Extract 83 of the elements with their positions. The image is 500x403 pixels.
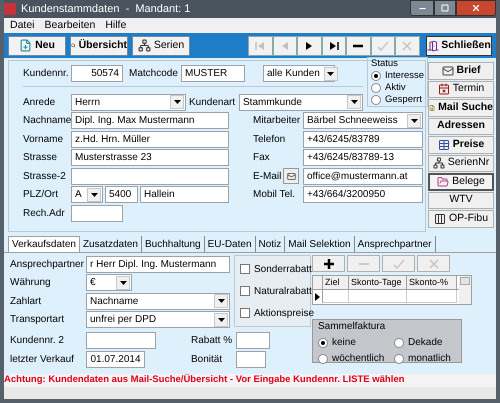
field-label: Kundennr. 2 <box>10 334 65 348</box>
dropdown[interactable]: Nachname <box>86 292 230 310</box>
dropdown[interactable]: Bärbel Schneeweiss <box>303 112 423 130</box>
tab[interactable]: Mail Selektion <box>285 236 355 252</box>
field-label: Vorname <box>23 132 64 147</box>
radio-button[interactable]: Dekade <box>394 337 456 349</box>
field-label: Strasse-2 <box>23 170 67 184</box>
field-label: letzter Verkauf <box>10 353 75 367</box>
side-button[interactable]: SerienNr <box>428 154 494 172</box>
field-label: Rech.Adr <box>23 206 66 221</box>
radio-button[interactable]: wöchentlich <box>318 353 394 365</box>
field-label: E-Mail <box>253 170 282 184</box>
side-button[interactable]: Adressen <box>428 118 494 135</box>
text-field[interactable]: 01.07.2014 <box>86 351 145 368</box>
field-label: Strasse <box>23 151 58 166</box>
side-button[interactable]: OP-Fibu <box>428 210 494 228</box>
tab[interactable]: Verkaufsdaten <box>8 236 80 252</box>
checkbox[interactable]: Sonderrabatt <box>240 262 310 276</box>
field-label: Kundennr. <box>23 67 70 81</box>
text-field[interactable]: r Herr Dipl. Ing. Mustermann <box>86 256 230 273</box>
radio-button[interactable]: Aktiv <box>371 82 424 94</box>
field-label: Nachname <box>23 114 71 128</box>
menu-item[interactable]: Hilfe <box>105 18 126 34</box>
text-field[interactable]: Dipl. Ing. Max Mustermann <box>71 112 229 130</box>
dropdown[interactable]: Stammkunde <box>239 94 363 111</box>
field-label: Matchcode <box>129 67 179 81</box>
field-label: Bonität <box>191 353 224 367</box>
side-button[interactable]: WTV <box>428 192 494 209</box>
close-form-button[interactable]: Schließen <box>426 36 492 56</box>
text-field[interactable]: Hallein <box>140 186 229 204</box>
dropdown[interactable]: alle Kunden <box>263 65 335 82</box>
tab[interactable]: EU-Daten <box>204 236 256 252</box>
side-button[interactable]: Mail Suche <box>428 99 494 116</box>
column-header: Skonto-% <box>407 276 457 289</box>
field-label: Fax <box>253 151 271 166</box>
text-field[interactable]: +43/664/3200950 <box>303 186 423 204</box>
toolbar-button[interactable]: Serien <box>132 36 190 56</box>
group-title: Sammelfaktura <box>318 321 386 333</box>
text-field[interactable]: Musterstrasse 23 <box>71 149 229 166</box>
radio-button[interactable]: keine <box>318 337 394 349</box>
text-field[interactable]: +43/6245/83789 <box>303 130 423 148</box>
toolbar-button[interactable]: Übersicht <box>70 36 128 56</box>
dropdown[interactable]: unfrei per DPD <box>86 311 230 328</box>
country-dropdown[interactable]: A <box>71 186 103 204</box>
field-label: Währung <box>10 276 52 290</box>
field-label: Mobil Tel. <box>253 188 296 202</box>
field-label: Telefon <box>253 132 286 147</box>
toolbar-button[interactable]: Neu <box>8 36 66 56</box>
text-field[interactable]: 50574 <box>71 65 123 82</box>
menu-item[interactable]: Datei <box>10 18 35 34</box>
text-field[interactable]: z.Hd. Hrn. Müller <box>71 130 229 148</box>
radio-button[interactable]: Interesse <box>371 70 424 82</box>
side-button[interactable]: Belege <box>428 173 494 190</box>
radio-button[interactable]: Gesperrt <box>371 94 424 106</box>
field-label: Anrede <box>23 96 56 110</box>
menu-item[interactable]: Bearbeiten <box>44 18 96 34</box>
field-label: PLZ/Ort <box>23 188 60 202</box>
text-field[interactable]: 5400 <box>105 186 138 204</box>
column-header: Ziel <box>323 276 349 289</box>
side-button[interactable]: Brief <box>428 62 494 80</box>
field-label: Mitarbeiter <box>253 114 302 128</box>
status-message: Achtung: Kundendaten aus Mail-Suche/Übersicht - Vor Eingabe Kundennr. LISTE wählen <box>4 374 496 387</box>
text-field[interactable]: office@mustermann.at <box>303 168 423 185</box>
text-field[interactable]: +43/6245/83789-13 <box>303 149 423 166</box>
field-label: Kundenart <box>189 96 236 110</box>
group-title: Status <box>371 58 399 70</box>
tab[interactable]: Ansprechpartner <box>354 236 436 252</box>
dropdown[interactable]: € <box>86 274 132 292</box>
column-header: Skonto-Tage <box>349 276 407 289</box>
text-field[interactable]: MUSTER <box>181 65 245 82</box>
side-button[interactable]: Termin <box>428 80 494 98</box>
tab[interactable]: Buchhaltung <box>142 236 205 252</box>
field-label: Transportart <box>10 313 66 328</box>
dropdown[interactable]: Herrn <box>71 94 186 111</box>
radio-button[interactable]: monatlich <box>394 353 456 365</box>
tab[interactable]: Notiz <box>256 236 286 252</box>
field-label: Zahlart <box>10 294 42 309</box>
tab[interactable]: Zusatzdaten <box>80 236 142 252</box>
field-label: Ansprechpartner <box>10 258 85 272</box>
field-label: Rabatt % <box>191 334 234 348</box>
checkbox[interactable]: Naturalrabatt <box>240 284 310 298</box>
side-button[interactable]: Preise <box>428 136 494 154</box>
window-title: Kundenstammdaten - Mandant: 1 <box>21 2 190 17</box>
